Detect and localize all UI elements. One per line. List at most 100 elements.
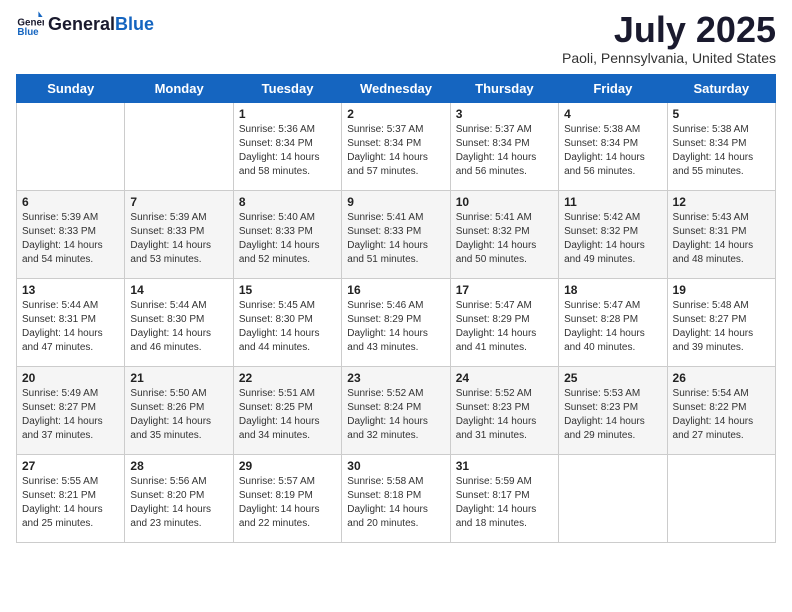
day-number: 9 [347, 195, 444, 209]
calendar-table: SundayMondayTuesdayWednesdayThursdayFrid… [16, 74, 776, 543]
svg-text:Blue: Blue [17, 27, 39, 38]
day-number: 3 [456, 107, 553, 121]
day-number: 7 [130, 195, 227, 209]
cell-info: Sunrise: 5:36 AM Sunset: 8:34 PM Dayligh… [239, 123, 336, 179]
day-header-wednesday: Wednesday [342, 74, 450, 102]
day-number: 29 [239, 459, 336, 473]
day-number: 24 [456, 371, 553, 385]
cell-info: Sunrise: 5:50 AM Sunset: 8:26 PM Dayligh… [130, 387, 227, 443]
main-title: July 2025 [562, 10, 776, 50]
day-number: 10 [456, 195, 553, 209]
cell-info: Sunrise: 5:41 AM Sunset: 8:33 PM Dayligh… [347, 211, 444, 267]
cell-info: Sunrise: 5:58 AM Sunset: 8:18 PM Dayligh… [347, 475, 444, 531]
calendar-cell: 13Sunrise: 5:44 AM Sunset: 8:31 PM Dayli… [17, 278, 125, 366]
calendar-cell: 25Sunrise: 5:53 AM Sunset: 8:23 PM Dayli… [559, 366, 667, 454]
cell-info: Sunrise: 5:44 AM Sunset: 8:30 PM Dayligh… [130, 299, 227, 355]
day-number: 8 [239, 195, 336, 209]
logo: General Blue GeneralBlue [16, 10, 154, 38]
header-row: SundayMondayTuesdayWednesdayThursdayFrid… [17, 74, 776, 102]
calendar-cell: 10 Sunrise: 5:41 AM Sunset: 8:32 PM Dayli… [450, 190, 558, 278]
logo-blue: Blue [115, 14, 154, 34]
calendar-cell: 28 Sunrise: 5:56 AM Sunset: 8:20 PM Dayli… [125, 454, 233, 542]
calendar-cell: 23 Sunrise: 5:52 AM Sunset: 8:24 PM Dayli… [342, 366, 450, 454]
day-number: 5 [673, 107, 770, 121]
cell-info: Sunrise: 5:39 AM Sunset: 8:33 PM Dayligh… [22, 211, 119, 267]
day-number: 27 [22, 459, 119, 473]
day-header-sunday: Sunday [17, 74, 125, 102]
calendar-cell: 4 Sunrise: 5:38 AM Sunset: 8:34 PM Daylig… [559, 102, 667, 190]
day-number: 4 [564, 107, 661, 121]
cell-info: Sunrise: 5:39 AM Sunset: 8:33 PM Dayligh… [130, 211, 227, 267]
calendar-cell: 30Sunrise: 5:58 AM Sunset: 8:18 PM Dayli… [342, 454, 450, 542]
calendar-cell: 5 Sunrise: 5:38 AM Sunset: 8:34 PM Daylig… [667, 102, 775, 190]
day-number: 1 [239, 107, 336, 121]
calendar-cell [17, 102, 125, 190]
cell-info: Sunrise: 5:42 AM Sunset: 8:32 PM Dayligh… [564, 211, 661, 267]
day-header-friday: Friday [559, 74, 667, 102]
cell-info: Sunrise: 5:46 AM Sunset: 8:29 PM Dayligh… [347, 299, 444, 355]
day-number: 23 [347, 371, 444, 385]
day-number: 14 [130, 283, 227, 297]
subtitle: Paoli, Pennsylvania, United States [562, 50, 776, 66]
calendar-cell: 18 Sunrise: 5:47 AM Sunset: 8:28 PM Dayli… [559, 278, 667, 366]
calendar-cell: 14 Sunrise: 5:44 AM Sunset: 8:30 PM Dayli… [125, 278, 233, 366]
day-number: 31 [456, 459, 553, 473]
calendar-cell: 15 Sunrise: 5:45 AM Sunset: 8:30 PM Dayli… [233, 278, 341, 366]
cell-info: Sunrise: 5:38 AM Sunset: 8:34 PM Dayligh… [673, 123, 770, 179]
cell-info: Sunrise: 5:41 AM Sunset: 8:32 PM Dayligh… [456, 211, 553, 267]
cell-info: Sunrise: 5:40 AM Sunset: 8:33 PM Dayligh… [239, 211, 336, 267]
day-number: 11 [564, 195, 661, 209]
day-number: 16 [347, 283, 444, 297]
cell-info: Sunrise: 5:43 AM Sunset: 8:31 PM Dayligh… [673, 211, 770, 267]
calendar-cell: 16 Sunrise: 5:46 AM Sunset: 8:29 PM Dayli… [342, 278, 450, 366]
calendar-cell: 17 Sunrise: 5:47 AM Sunset: 8:29 PM Dayli… [450, 278, 558, 366]
week-row-2: 6Sunrise: 5:39 AM Sunset: 8:33 PM Daylig… [17, 190, 776, 278]
calendar-cell: 22Sunrise: 5:51 AM Sunset: 8:25 PM Dayli… [233, 366, 341, 454]
day-header-thursday: Thursday [450, 74, 558, 102]
cell-info: Sunrise: 5:52 AM Sunset: 8:24 PM Dayligh… [347, 387, 444, 443]
cell-info: Sunrise: 5:45 AM Sunset: 8:30 PM Dayligh… [239, 299, 336, 355]
day-header-tuesday: Tuesday [233, 74, 341, 102]
header: General Blue GeneralBlue July 2025 Paoli… [16, 10, 776, 66]
week-row-3: 13Sunrise: 5:44 AM Sunset: 8:31 PM Dayli… [17, 278, 776, 366]
day-number: 12 [673, 195, 770, 209]
logo-icon: General Blue [16, 10, 44, 38]
calendar-cell: 9 Sunrise: 5:41 AM Sunset: 8:33 PM Daylig… [342, 190, 450, 278]
cell-info: Sunrise: 5:56 AM Sunset: 8:20 PM Dayligh… [130, 475, 227, 531]
title-area: July 2025 Paoli, Pennsylvania, United St… [562, 10, 776, 66]
calendar-cell: 24 Sunrise: 5:52 AM Sunset: 8:23 PM Dayli… [450, 366, 558, 454]
day-number: 28 [130, 459, 227, 473]
logo-general: General [48, 14, 115, 34]
cell-info: Sunrise: 5:47 AM Sunset: 8:28 PM Dayligh… [564, 299, 661, 355]
cell-info: Sunrise: 5:52 AM Sunset: 8:23 PM Dayligh… [456, 387, 553, 443]
day-number: 18 [564, 283, 661, 297]
cell-info: Sunrise: 5:54 AM Sunset: 8:22 PM Dayligh… [673, 387, 770, 443]
day-number: 15 [239, 283, 336, 297]
cell-info: Sunrise: 5:47 AM Sunset: 8:29 PM Dayligh… [456, 299, 553, 355]
day-number: 17 [456, 283, 553, 297]
week-row-1: 1 Sunrise: 5:36 AM Sunset: 8:34 PM Daylig… [17, 102, 776, 190]
calendar-cell: 27Sunrise: 5:55 AM Sunset: 8:21 PM Dayli… [17, 454, 125, 542]
cell-info: Sunrise: 5:57 AM Sunset: 8:19 PM Dayligh… [239, 475, 336, 531]
day-number: 19 [673, 283, 770, 297]
calendar-cell: 1 Sunrise: 5:36 AM Sunset: 8:34 PM Daylig… [233, 102, 341, 190]
calendar-cell: 31 Sunrise: 5:59 AM Sunset: 8:17 PM Dayli… [450, 454, 558, 542]
calendar-cell: 8 Sunrise: 5:40 AM Sunset: 8:33 PM Daylig… [233, 190, 341, 278]
calendar-cell: 7 Sunrise: 5:39 AM Sunset: 8:33 PM Daylig… [125, 190, 233, 278]
day-header-saturday: Saturday [667, 74, 775, 102]
cell-info: Sunrise: 5:37 AM Sunset: 8:34 PM Dayligh… [347, 123, 444, 179]
cell-info: Sunrise: 5:38 AM Sunset: 8:34 PM Dayligh… [564, 123, 661, 179]
calendar-cell [667, 454, 775, 542]
cell-info: Sunrise: 5:48 AM Sunset: 8:27 PM Dayligh… [673, 299, 770, 355]
calendar-cell: 21Sunrise: 5:50 AM Sunset: 8:26 PM Dayli… [125, 366, 233, 454]
day-number: 20 [22, 371, 119, 385]
calendar-cell: 19 Sunrise: 5:48 AM Sunset: 8:27 PM Dayli… [667, 278, 775, 366]
day-number: 25 [564, 371, 661, 385]
cell-info: Sunrise: 5:59 AM Sunset: 8:17 PM Dayligh… [456, 475, 553, 531]
day-number: 13 [22, 283, 119, 297]
calendar-cell: 11 Sunrise: 5:42 AM Sunset: 8:32 PM Dayli… [559, 190, 667, 278]
calendar-cell: 29 Sunrise: 5:57 AM Sunset: 8:19 PM Dayli… [233, 454, 341, 542]
day-number: 22 [239, 371, 336, 385]
day-number: 2 [347, 107, 444, 121]
calendar-cell: 3Sunrise: 5:37 AM Sunset: 8:34 PM Daylig… [450, 102, 558, 190]
